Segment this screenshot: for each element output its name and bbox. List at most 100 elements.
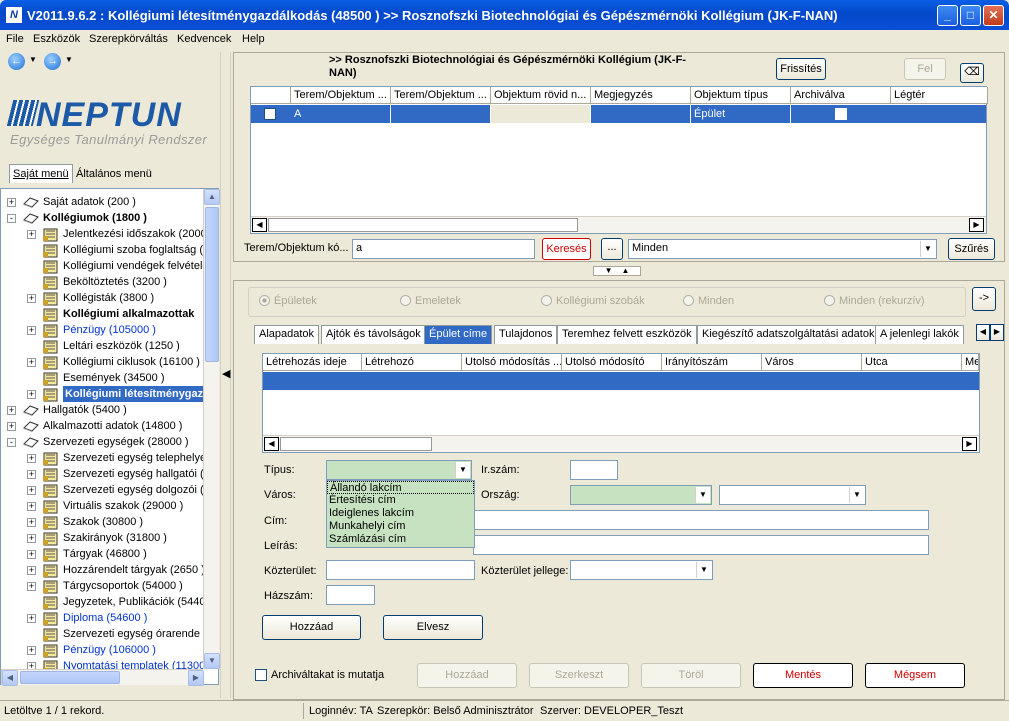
grid-header-tipus[interactable]: Objektum típus (691, 87, 791, 104)
dropdown-option[interactable]: Értesítési cím (327, 494, 474, 507)
expand-icon[interactable]: + (27, 486, 36, 495)
expand-icon[interactable]: + (27, 614, 36, 623)
tree-item[interactable]: + Virtuális szakok (29000 ) (1, 498, 203, 514)
collapse-up-icon[interactable]: ▲ (621, 266, 629, 275)
back-arrow-icon[interactable]: ← (8, 53, 25, 70)
tree-item[interactable]: Leltári eszközök (1250 ) (1, 338, 203, 354)
collapse-down-icon[interactable]: ▼ (605, 266, 613, 275)
grid-header-terem-nev[interactable]: Terem/Objektum ... (391, 87, 491, 104)
expand-icon[interactable]: + (27, 582, 36, 591)
expand-icon[interactable]: + (27, 646, 36, 655)
grid-scroll-left-icon[interactable]: ◀ (252, 218, 267, 232)
tree-item[interactable]: + Hozzárendelt tárgyak (2650 ) (1, 562, 203, 578)
leiras-input[interactable] (473, 535, 929, 555)
go-button[interactable]: -> (972, 287, 996, 311)
chevron-down-icon[interactable]: ▼ (849, 487, 864, 503)
tree-item[interactable]: + Kollégisták (3800 ) (1, 290, 203, 306)
menu-szerepkorvaltas[interactable]: Szerepkörváltás (89, 33, 168, 45)
forward-arrow-icon[interactable]: → (44, 53, 61, 70)
up-button[interactable]: Fel (904, 58, 946, 80)
tree-item[interactable]: + Tárgyak (46800 ) (1, 546, 203, 562)
scroll-right-icon[interactable]: ▶ (188, 670, 204, 686)
archived-checkbox[interactable] (255, 669, 267, 681)
tree-item[interactable]: Beköltöztetés (3200 ) (1, 274, 203, 290)
addr-hscroll-thumb[interactable] (280, 437, 432, 451)
tree-item[interactable]: + Szervezeti egység telephelyei (1, 450, 203, 466)
tipus-dropdown-list[interactable]: Állandó lakcím Értesítési cím Ideiglenes… (326, 480, 475, 548)
addr-header-varos[interactable]: Város (762, 354, 862, 371)
filter-combo[interactable]: Minden ▼ (628, 239, 937, 259)
tree-item[interactable]: Kollégiumi szoba foglaltság (3 (1, 242, 203, 258)
grid-header-rovid-nev[interactable]: Objektum rövid n... (491, 87, 591, 104)
more-options-button[interactable]: ... (601, 238, 623, 260)
szerkeszt-button[interactable]: Szerkeszt (529, 663, 629, 688)
addr-header-iranyitoszam[interactable]: Irányítószám (662, 354, 762, 371)
panel-splitter[interactable]: ◀ (220, 52, 231, 698)
tab-scroll-right-icon[interactable]: ▶ (990, 324, 1004, 341)
chevron-down-icon[interactable]: ▼ (696, 562, 711, 578)
hozzaad-address-button[interactable]: Hozzáad (262, 615, 361, 640)
addr-header-me[interactable]: Me (962, 354, 979, 371)
tree-hscroll-thumb[interactable] (20, 671, 120, 684)
tipus-combo[interactable]: ▼ (326, 460, 472, 480)
radio-epuletek[interactable]: Épületek (259, 295, 317, 307)
addr-header-modosito[interactable]: Utolsó módosító (562, 354, 662, 371)
tree-item[interactable]: Kollégiumi alkalmazottak (1, 306, 203, 322)
expand-icon[interactable]: + (27, 454, 36, 463)
grid-header-archivalva[interactable]: Archiválva (791, 87, 891, 104)
dropdown-option[interactable]: Munkahelyi cím (327, 520, 474, 533)
tab-tulajdonos[interactable]: Tulajdonos (494, 325, 558, 344)
expand-icon[interactable]: + (7, 406, 16, 415)
kozterulet-input[interactable] (326, 560, 475, 580)
tree-horizontal-scrollbar[interactable]: ◀ ▶ (1, 669, 204, 686)
collapse-left-icon[interactable]: ◀ (222, 367, 230, 380)
tree-item[interactable]: + Pénzügy (105000 ) (1, 322, 203, 338)
dropdown-option[interactable]: Számlázási cím (327, 533, 474, 546)
addr-header-letrehozas[interactable]: Létrehozás ideje (263, 354, 362, 371)
tab-kiegeszito[interactable]: Kiegészítő adatszolgáltatási adatok (697, 325, 880, 344)
menu-eszkozok[interactable]: Eszközök (33, 33, 80, 45)
addr-header-utca[interactable]: Utca (862, 354, 962, 371)
radio-minden-dot[interactable] (683, 295, 694, 306)
eraser-icon[interactable]: ⌫ (960, 63, 984, 83)
tree-vertical-scrollbar[interactable]: ▲ ▼ (203, 189, 220, 669)
grid-header-megjegyzes[interactable]: Megjegyzés (591, 87, 691, 104)
tab-ajtok[interactable]: Ajtók és távolságok (321, 325, 426, 344)
orszag-secondary-combo[interactable]: ▼ (719, 485, 866, 505)
addr-scroll-left-icon[interactable]: ◀ (264, 437, 279, 451)
menu-kedvencek[interactable]: Kedvencek (177, 33, 231, 45)
tree-item[interactable]: Szervezeti egység órarende ( (1, 626, 203, 642)
table-row[interactable]: A Épület (251, 105, 986, 123)
expand-icon[interactable]: + (27, 358, 36, 367)
tree-item[interactable]: + Hallgatók (5400 ) (1, 402, 203, 418)
tree-item[interactable]: Jegyzetek, Publikációk (5440 (1, 594, 203, 610)
expand-icon[interactable]: + (27, 502, 36, 511)
filter-input[interactable]: a (352, 239, 535, 259)
tree-item[interactable]: + Szervezeti egység hallgatói (2 (1, 466, 203, 482)
hazszam-input[interactable] (326, 585, 375, 605)
expand-icon[interactable]: + (27, 566, 36, 575)
radio-minden-rekurziv[interactable]: Minden (rekurzív) (824, 295, 925, 307)
cim-input[interactable] (473, 510, 929, 530)
tab-eszkozok[interactable]: Teremhez felvett eszközök (557, 325, 697, 344)
grid-header-legter[interactable]: Légtér (891, 87, 988, 104)
tab-altalanos-menu[interactable]: Általános menü (76, 168, 152, 180)
filter-button[interactable]: Szűrés (948, 238, 995, 260)
address-selected-row[interactable] (263, 372, 979, 390)
radio-epuletek-dot[interactable] (259, 295, 270, 306)
search-button[interactable]: Keresés (542, 238, 591, 260)
elvesz-button[interactable]: Elvesz (383, 615, 483, 640)
tree-item[interactable]: + Jelentkezési időszakok (2000 (1, 226, 203, 242)
tree-item[interactable]: Kollégiumi vendégek felvétele (1, 258, 203, 274)
radio-emeletek-dot[interactable] (400, 295, 411, 306)
tree-item[interactable]: + Alkalmazotti adatok (14800 ) (1, 418, 203, 434)
addr-scroll-right-icon[interactable]: ▶ (962, 437, 977, 451)
close-button[interactable]: ✕ (983, 5, 1004, 26)
back-dropdown-icon[interactable]: ▼ (29, 55, 37, 64)
radio-emeletek[interactable]: Emeletek (400, 295, 461, 307)
scroll-up-icon[interactable]: ▲ (204, 189, 220, 205)
address-grid-hscroll[interactable]: ◀ ▶ (263, 435, 979, 452)
expand-icon[interactable]: + (27, 294, 36, 303)
megsem-button[interactable]: Mégsem (865, 663, 965, 688)
tree-item[interactable]: - Szervezeti egységek (28000 ) (1, 434, 203, 450)
